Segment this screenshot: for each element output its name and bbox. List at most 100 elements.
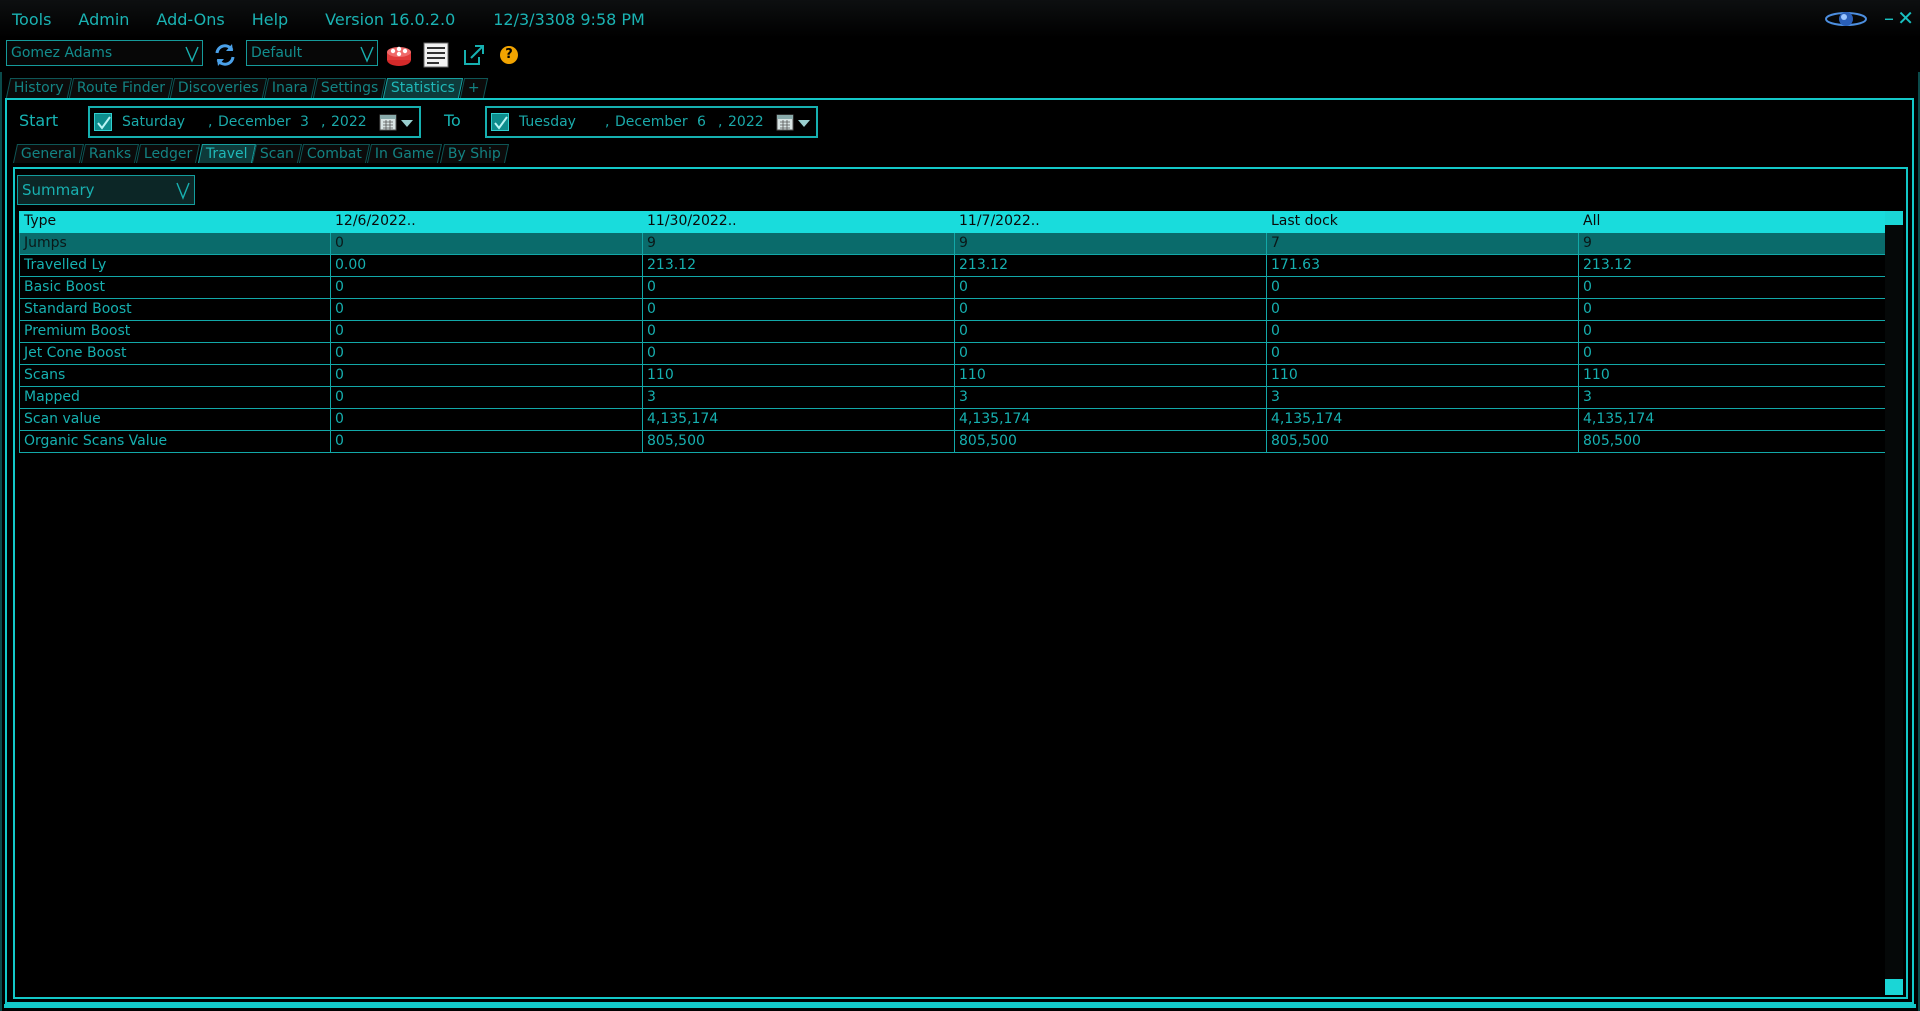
row-label-cell: Mapped bbox=[19, 387, 331, 409]
window-border-bottom bbox=[4, 1004, 1916, 1008]
calendar-icon[interactable] bbox=[776, 113, 794, 131]
value-cell: 213.12 bbox=[643, 255, 955, 277]
scroll-down-button[interactable] bbox=[1885, 979, 1903, 995]
end-weekday[interactable]: Tuesday bbox=[519, 114, 576, 130]
chevron-down-icon[interactable] bbox=[401, 120, 413, 127]
chevron-down-icon[interactable] bbox=[798, 120, 810, 127]
value-cell: 0 bbox=[955, 277, 1267, 299]
column-header-period-2[interactable]: 11/30/2022.. bbox=[643, 211, 955, 233]
tab-settings[interactable]: Settings bbox=[312, 78, 387, 98]
minimize-button[interactable]: – bbox=[1884, 6, 1894, 30]
sub-tab-bar: General Ranks Ledger Travel Scan Combat … bbox=[12, 144, 509, 163]
table-row[interactable]: Scans 0 110 110 110 110 bbox=[19, 365, 1891, 387]
end-year[interactable]: 2022 bbox=[728, 114, 764, 130]
cake-icon[interactable] bbox=[384, 40, 414, 70]
value-cell: 110 bbox=[1267, 365, 1579, 387]
end-day[interactable]: 6 bbox=[697, 114, 706, 130]
row-label-cell: Standard Boost bbox=[19, 299, 331, 321]
value-cell: 110 bbox=[955, 365, 1267, 387]
tab-travel[interactable]: Travel bbox=[197, 144, 256, 163]
table-row[interactable]: Organic Scans Value 0 805,500 805,500 805,50… bbox=[19, 431, 1891, 453]
value-cell: 805,500 bbox=[955, 431, 1267, 453]
value-cell: 0 bbox=[643, 343, 955, 365]
tab-in-game[interactable]: In Game bbox=[367, 144, 443, 163]
value-cell: 7 bbox=[1267, 233, 1579, 255]
toolbar: Gomez Adams Default ? bbox=[0, 38, 1920, 72]
value-cell: 0 bbox=[331, 387, 643, 409]
version-label: Version 16.0.2.0 bbox=[325, 9, 456, 29]
tab-inara[interactable]: Inara bbox=[263, 78, 316, 98]
table-row[interactable]: Jet Cone Boost 0 0 0 0 0 bbox=[19, 343, 1891, 365]
end-date-picker[interactable]: Tuesday , December 6 , 2022 bbox=[485, 106, 818, 138]
commander-select-value: Gomez Adams bbox=[11, 45, 113, 61]
start-date-checkbox[interactable] bbox=[94, 113, 112, 131]
row-label-cell: Organic Scans Value bbox=[19, 431, 331, 453]
profile-select[interactable]: Default bbox=[246, 40, 378, 66]
menu-tools[interactable]: Tools bbox=[12, 10, 51, 29]
scroll-up-button[interactable] bbox=[1885, 211, 1903, 225]
column-header-last-dock[interactable]: Last dock bbox=[1267, 211, 1579, 233]
start-date-picker[interactable]: Saturday , December 3 , 2022 bbox=[88, 106, 421, 138]
tab-combat[interactable]: Combat bbox=[299, 144, 371, 163]
tab-ledger[interactable]: Ledger bbox=[136, 144, 201, 163]
calendar-icon[interactable] bbox=[379, 113, 397, 131]
travel-stats-table: Type 12/6/2022.. 11/30/2022.. 11/7/2022.… bbox=[19, 211, 1891, 453]
tab-discoveries[interactable]: Discoveries bbox=[169, 78, 267, 98]
tab-general[interactable]: General bbox=[12, 144, 85, 163]
value-cell: 0 bbox=[1579, 277, 1891, 299]
value-cell: 0 bbox=[643, 277, 955, 299]
value-cell: 0 bbox=[1267, 321, 1579, 343]
value-cell: 0 bbox=[1267, 343, 1579, 365]
view-select[interactable]: Summary bbox=[17, 175, 195, 205]
start-year[interactable]: 2022 bbox=[331, 114, 367, 130]
table-row[interactable]: Jumps 0 9 9 7 9 bbox=[19, 233, 1891, 255]
tab-statistics[interactable]: Statistics bbox=[382, 78, 464, 98]
tab-route-finder[interactable]: Route Finder bbox=[68, 78, 174, 98]
menu-help[interactable]: Help bbox=[252, 10, 288, 29]
statistics-panel: Start Saturday , December 3 , 2022 To Tu… bbox=[5, 98, 1914, 1004]
row-label-cell: Jumps bbox=[19, 233, 331, 255]
value-cell: 4,135,174 bbox=[955, 409, 1267, 431]
start-label: Start bbox=[19, 111, 59, 130]
end-month[interactable]: December bbox=[615, 114, 688, 130]
date-range-row: Start Saturday , December 3 , 2022 To Tu… bbox=[7, 106, 1912, 138]
value-cell: 3 bbox=[1579, 387, 1891, 409]
tab-history[interactable]: History bbox=[5, 78, 72, 98]
column-header-period-1[interactable]: 12/6/2022.. bbox=[331, 211, 643, 233]
value-cell: 110 bbox=[643, 365, 955, 387]
close-button[interactable]: ✕ bbox=[1897, 6, 1914, 30]
column-header-type[interactable]: Type bbox=[19, 211, 331, 233]
title-bar: Tools Admin Add-Ons Help Version 16.0.2.… bbox=[0, 0, 1920, 38]
refresh-icon[interactable] bbox=[210, 40, 240, 70]
commander-select[interactable]: Gomez Adams bbox=[6, 40, 203, 66]
start-weekday[interactable]: Saturday bbox=[122, 114, 185, 130]
help-icon[interactable]: ? bbox=[500, 46, 518, 64]
chevron-down-icon bbox=[185, 46, 199, 63]
column-header-period-3[interactable]: 11/7/2022.. bbox=[955, 211, 1267, 233]
value-cell: 3 bbox=[955, 387, 1267, 409]
notes-icon[interactable] bbox=[421, 40, 451, 70]
end-date-checkbox[interactable] bbox=[491, 113, 509, 131]
tab-by-ship[interactable]: By Ship bbox=[439, 144, 509, 163]
popout-icon[interactable] bbox=[459, 40, 489, 70]
tab-scan[interactable]: Scan bbox=[252, 144, 303, 163]
vertical-scrollbar[interactable] bbox=[1885, 211, 1903, 995]
menu-admin[interactable]: Admin bbox=[78, 10, 129, 29]
column-header-all[interactable]: All bbox=[1579, 211, 1891, 233]
table-row[interactable]: Travelled Ly 0.00 213.12 213.12 171.63 213.12 bbox=[19, 255, 1891, 277]
table-row[interactable]: Scan value 0 4,135,174 4,135,174 4,135,174 4,… bbox=[19, 409, 1891, 431]
menu-add-ons[interactable]: Add-Ons bbox=[156, 10, 224, 29]
value-cell: 171.63 bbox=[1267, 255, 1579, 277]
tab-add[interactable]: + bbox=[459, 78, 488, 98]
table-row[interactable]: Basic Boost 0 0 0 0 0 bbox=[19, 277, 1891, 299]
table-row[interactable]: Premium Boost 0 0 0 0 0 bbox=[19, 321, 1891, 343]
table-row[interactable]: Mapped 0 3 3 3 3 bbox=[19, 387, 1891, 409]
value-cell: 110 bbox=[1579, 365, 1891, 387]
start-month[interactable]: December bbox=[218, 114, 291, 130]
value-cell: 0 bbox=[331, 343, 643, 365]
value-cell: 0 bbox=[955, 321, 1267, 343]
table-row[interactable]: Standard Boost 0 0 0 0 0 bbox=[19, 299, 1891, 321]
start-day[interactable]: 3 bbox=[300, 114, 309, 130]
value-cell: 0 bbox=[955, 343, 1267, 365]
tab-ranks[interactable]: Ranks bbox=[81, 144, 140, 163]
